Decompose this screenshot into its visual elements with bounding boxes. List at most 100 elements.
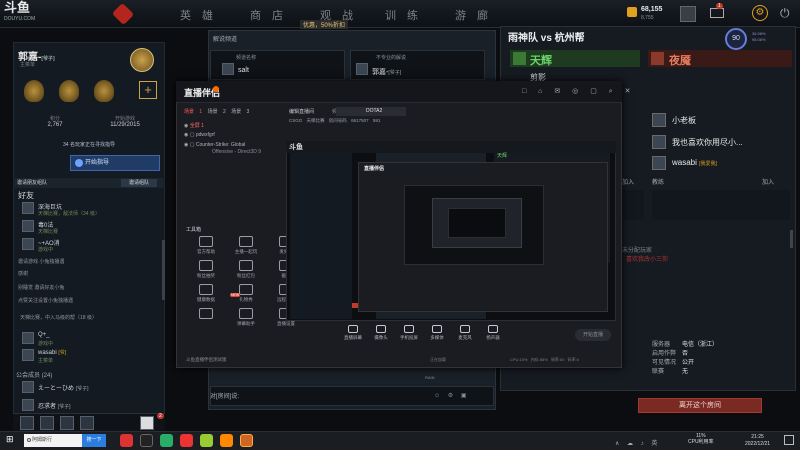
dire-player[interactable]: 我也喜欢你用尽小... bbox=[672, 137, 743, 148]
tool-button[interactable]: 健康数据 bbox=[186, 284, 226, 303]
source-item[interactable]: ◉ ▢ pdwxfgrf bbox=[184, 132, 215, 138]
preview-nested-preview bbox=[448, 208, 506, 238]
caster-box[interactable] bbox=[350, 50, 485, 80]
avatar[interactable] bbox=[22, 399, 34, 411]
app-icon[interactable] bbox=[180, 434, 193, 447]
medal-icon[interactable] bbox=[94, 80, 114, 102]
control-button[interactable]: 扬声器 bbox=[480, 325, 506, 341]
friend-name[interactable]: Q+_ bbox=[38, 332, 50, 338]
scene-tabs[interactable]: 场景 1 场景 2 场景 3 bbox=[184, 108, 249, 115]
scrollbar[interactable] bbox=[790, 230, 793, 248]
info-value: 电信（浙江） bbox=[682, 342, 719, 348]
join-radiant-coach-button[interactable]: 加入 bbox=[622, 177, 634, 186]
control-label: 多媒体 bbox=[430, 335, 444, 340]
add-medal-button[interactable]: + bbox=[139, 81, 157, 99]
join-dire-coach-button[interactable]: 加入 bbox=[762, 177, 774, 186]
dota-app-icon[interactable] bbox=[240, 434, 253, 447]
dire-player[interactable]: 小老板 bbox=[672, 115, 696, 126]
avatar[interactable] bbox=[680, 6, 696, 22]
nav-heroes[interactable]: 英 雄 bbox=[180, 7, 217, 23]
gear-icon[interactable]: ⚙ bbox=[752, 5, 768, 21]
avatar[interactable] bbox=[22, 332, 34, 344]
taskbar-search-input[interactable]: 阿姆斯行 bbox=[24, 434, 82, 447]
window-control-icons[interactable]: □ ⌂ ✉ ◎ ▢ ⌕ ✕ bbox=[522, 87, 636, 96]
tab-scene-2[interactable]: 场景 1 bbox=[184, 109, 202, 115]
mail-icon[interactable] bbox=[710, 8, 724, 18]
control-button[interactable]: 摄像头 bbox=[368, 325, 394, 341]
nav-arcade[interactable]: 游 廊 bbox=[455, 7, 492, 23]
tab-scene-2[interactable]: 场景 2 bbox=[208, 109, 226, 115]
control-label: 手机投屏 bbox=[400, 335, 418, 340]
avatar[interactable] bbox=[22, 349, 34, 361]
medal-icon[interactable] bbox=[24, 80, 44, 102]
tool-button[interactable] bbox=[186, 308, 226, 321]
source-item[interactable]: ◉ ▢ Counter-Strike: Global bbox=[184, 142, 245, 148]
scrollbar[interactable] bbox=[162, 240, 165, 300]
control-button[interactable]: 手机投屏 bbox=[396, 325, 422, 341]
power-icon[interactable]: ⏻ bbox=[780, 6, 790, 21]
control-button[interactable]: 多媒体 bbox=[424, 325, 450, 341]
wechat-icon[interactable] bbox=[160, 434, 173, 447]
tool-label: 健康数据 bbox=[197, 297, 215, 302]
friend-name[interactable]: wasabi [爷] bbox=[38, 349, 66, 356]
app-icon[interactable] bbox=[200, 434, 213, 447]
coach-label: 教练 bbox=[652, 180, 665, 186]
tool-icon bbox=[199, 284, 213, 295]
app-icon[interactable] bbox=[220, 434, 233, 447]
guild-members-heading[interactable]: 公会成员 (24) bbox=[16, 370, 52, 379]
party-slot[interactable] bbox=[140, 416, 154, 430]
lobby-title: 解说频道 bbox=[213, 37, 238, 43]
discount-notice[interactable]: 优惠，50%折扣 bbox=[300, 20, 349, 29]
start-coaching-button[interactable]: 开始指导 bbox=[70, 155, 160, 171]
clock[interactable]: 21:25 2022/12/21 bbox=[745, 434, 770, 448]
avatar[interactable] bbox=[22, 238, 34, 250]
notification-icon[interactable] bbox=[784, 435, 794, 445]
party-slot[interactable] bbox=[20, 416, 34, 430]
party-slot[interactable] bbox=[80, 416, 94, 430]
control-icon bbox=[376, 325, 386, 333]
source-sub: Offensive - Direct3D 9 bbox=[212, 149, 262, 155]
tool-button[interactable]: 粉丝抽奖 bbox=[186, 260, 226, 279]
stream-status: 正在加载 bbox=[430, 357, 446, 362]
nav-learn[interactable]: 训 练 bbox=[385, 7, 422, 23]
leave-lobby-button[interactable]: 离开这个房间 bbox=[638, 398, 762, 413]
control-button[interactable]: 直播屏幕 bbox=[340, 325, 366, 341]
source-item[interactable]: ◉ 全屏 1 bbox=[184, 122, 204, 129]
start-live-button[interactable]: 开始直播 bbox=[575, 329, 611, 341]
avatar[interactable] bbox=[22, 202, 34, 214]
stat-label: 积分 bbox=[49, 116, 60, 122]
medal-icon[interactable] bbox=[59, 80, 79, 102]
match-title: 雨神队 vs 杭州帮 bbox=[508, 33, 585, 44]
dire-player[interactable]: wasabi [我爱我] bbox=[672, 158, 717, 167]
avatar[interactable] bbox=[652, 113, 666, 127]
member-name[interactable]: 忍求者 [爷子] bbox=[38, 401, 70, 410]
search-button[interactable]: 搜一下 bbox=[82, 434, 106, 447]
tool-button[interactable]: 官方帮助 bbox=[186, 236, 226, 255]
windows-start-icon[interactable]: ⊞ bbox=[6, 435, 16, 445]
avatar[interactable] bbox=[652, 156, 666, 170]
avatar[interactable] bbox=[652, 135, 666, 149]
unassigned-player[interactable]: 喜欢我改小三你 bbox=[626, 254, 668, 263]
party-slot[interactable] bbox=[40, 416, 54, 430]
edit-room-link[interactable]: 编辑直播间 bbox=[289, 108, 314, 115]
steam-icon[interactable] bbox=[140, 434, 153, 447]
avatar[interactable] bbox=[22, 220, 34, 232]
app-icon[interactable] bbox=[120, 434, 133, 447]
system-tray-icons[interactable]: ∧ ☁ ♪ 英 bbox=[615, 438, 660, 447]
tool-button[interactable]: 主播一起玩 bbox=[226, 236, 266, 255]
nav-store[interactable]: 商 店 bbox=[250, 7, 287, 23]
control-button[interactable]: 麦克风 bbox=[452, 325, 478, 341]
avatar bbox=[356, 63, 368, 75]
chat-target-label: 对[房间]说: bbox=[210, 394, 240, 400]
invite-button[interactable]: 邀请组队 bbox=[121, 179, 157, 187]
tool-button[interactable]: 粉丝红包 bbox=[226, 260, 266, 279]
chat-tool-icons[interactable]: ☺ ⚙ ▣ bbox=[434, 392, 470, 399]
member-name[interactable]: えーとーひめ [爷子] bbox=[38, 383, 88, 392]
party-slot[interactable] bbox=[60, 416, 74, 430]
category-select[interactable]: DOTA2 bbox=[336, 107, 406, 116]
tab-scene-3[interactable]: 场景 3 bbox=[231, 109, 249, 115]
tool-button[interactable]: 弹幕助手 bbox=[226, 308, 266, 327]
tool-icon bbox=[239, 260, 253, 271]
tool-icon bbox=[199, 236, 213, 247]
avatar[interactable] bbox=[22, 381, 34, 393]
